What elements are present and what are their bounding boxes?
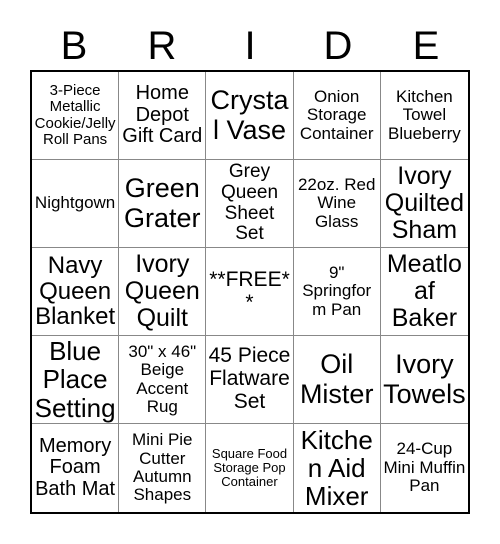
bingo-cell[interactable]: Ivory Quilted Sham	[380, 160, 468, 248]
bingo-cell[interactable]: 22oz. Red Wine Glass	[293, 160, 381, 248]
bingo-cell[interactable]: 24-Cup Mini Muffin Pan	[381, 424, 468, 512]
bingo-header-letter-b: B	[60, 24, 88, 68]
bingo-header-letter-d: D	[323, 24, 353, 68]
bingo-cell-label: 3-Piece Metallic Cookie/Jelly Roll Pans	[34, 82, 116, 148]
bingo-cell-label: Grey Queen Sheet Set	[220, 161, 279, 245]
bingo-cell[interactable]: 45 Piece Flatware Set	[206, 336, 294, 424]
bingo-cell[interactable]: Crystal Vase	[206, 72, 294, 160]
bingo-cell-label: Crystal Vase	[210, 85, 289, 145]
bingo-cell[interactable]: Navy Queen Blanket	[32, 248, 120, 336]
bingo-cell-label: Square Food Storage Pop Container	[211, 445, 288, 490]
bingo-cell-label: Blue Place Setting	[34, 336, 116, 423]
bingo-cell[interactable]: Onion Storage Container	[293, 72, 381, 160]
bingo-cell[interactable]: Memory Foam Bath Mat	[32, 424, 120, 512]
bingo-card: B R I D E 3-Piece Metallic Cookie/Jelly Roll…	[0, 0, 500, 544]
bingo-cell[interactable]: Kitchen Aid Mixer	[294, 424, 381, 512]
bingo-cell-label: 9" Springform Pan	[302, 262, 372, 319]
bingo-cell[interactable]: Blue Place Setting	[32, 336, 120, 424]
bingo-cell-free[interactable]: **FREE**	[206, 248, 294, 336]
bingo-cell-label: **FREE**	[209, 267, 290, 314]
bingo-cell-label: Meatloaf Baker	[386, 250, 462, 332]
bingo-cell-label: Navy Queen Blanket	[35, 251, 116, 331]
bingo-cell-label: Oil Mister	[299, 349, 374, 409]
bingo-cell-label: Onion Storage Container	[299, 86, 374, 143]
bingo-cell-label: 45 Piece Flatware Set	[208, 344, 291, 413]
bingo-header-letter-e: E	[412, 24, 440, 68]
bingo-cell-label: 24-Cup Mini Muffin Pan	[383, 439, 466, 496]
bingo-header-row: BRIDE	[30, 22, 470, 70]
bingo-cell-label: 30" x 46" Beige Accent Rug	[128, 341, 197, 416]
bingo-cell[interactable]: Grey Queen Sheet Set	[206, 160, 294, 248]
bingo-cell-label: Kitchen Aid Mixer	[300, 424, 373, 512]
bingo-cell[interactable]: Green Grater	[119, 160, 207, 248]
bingo-cell[interactable]: 30" x 46" Beige Accent Rug	[119, 336, 207, 424]
bingo-cell-label: Ivory Queen Quilt	[124, 250, 200, 332]
bingo-grid: 3-Piece Metallic Cookie/Jelly Roll Pans H…	[30, 70, 470, 514]
bingo-header-letter-r: R	[147, 24, 177, 68]
bingo-cell[interactable]: 3-Piece Metallic Cookie/Jelly Roll Pans	[32, 72, 120, 160]
bingo-cell-label: Ivory Quilted Sham	[384, 162, 464, 244]
bingo-cell[interactable]: Ivory Queen Quilt	[119, 248, 207, 336]
bingo-cell-label: Memory Foam Bath Mat	[35, 434, 116, 500]
bingo-cell[interactable]: 9" Springform Pan	[293, 248, 381, 336]
bingo-cell-label: Green Grater	[124, 173, 201, 233]
bingo-cell-label: Nightgown	[34, 193, 116, 213]
bingo-cell[interactable]: Ivory Towels	[380, 336, 468, 424]
bingo-cell[interactable]: Nightgown	[32, 160, 120, 248]
bingo-header-letter-i: I	[244, 24, 256, 68]
bingo-cell[interactable]: Mini Pie Cutter Autumn Shapes	[119, 424, 207, 512]
bingo-cell[interactable]: Home Depot Gift Card	[119, 72, 207, 160]
bingo-cell-label: Ivory Towels	[383, 349, 466, 409]
bingo-cell-label: Mini Pie Cutter Autumn Shapes	[132, 430, 193, 505]
bingo-cell[interactable]: Oil Mister	[293, 336, 381, 424]
bingo-cell-label: Kitchen Towel Blueberry	[388, 86, 461, 143]
bingo-cell[interactable]: Square Food Storage Pop Container	[206, 424, 294, 512]
bingo-cell[interactable]: Kitchen Towel Blueberry	[380, 72, 468, 160]
bingo-cell[interactable]: Meatloaf Baker	[380, 248, 468, 336]
bingo-cell-label: 22oz. Red Wine Glass	[297, 174, 376, 231]
bingo-cell-label: Home Depot Gift Card	[122, 82, 203, 148]
